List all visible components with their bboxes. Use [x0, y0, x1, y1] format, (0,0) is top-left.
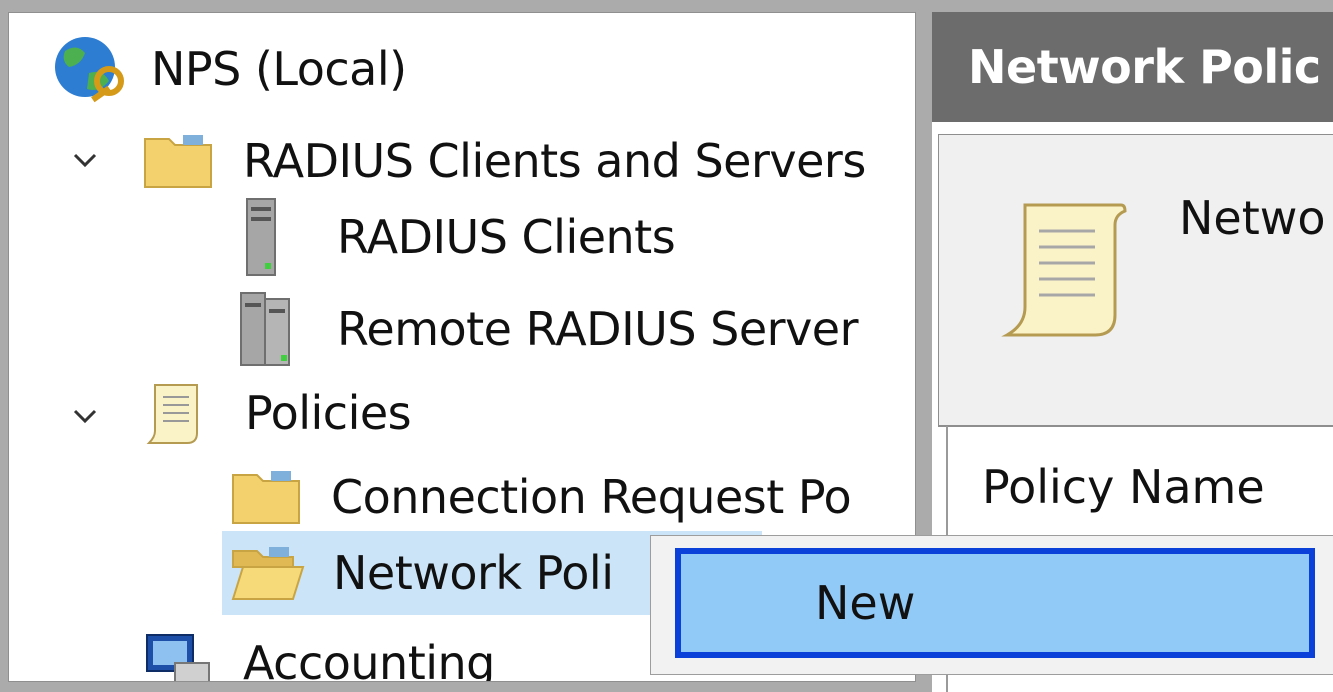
context-menu-item-new[interactable]: New	[675, 548, 1315, 658]
tree-item-label: Policies	[245, 386, 412, 440]
accounting-icon	[146, 634, 210, 681]
chevron-down-icon[interactable]	[65, 397, 105, 437]
folder-icon	[232, 471, 300, 524]
tree-item-radius-clients-servers[interactable]: RADIUS Clients and Servers	[141, 123, 866, 199]
tree-item-label: Remote RADIUS Server	[337, 302, 859, 356]
tree-item-label: RADIUS Clients	[337, 210, 676, 264]
tree-item-remote-radius-server[interactable]: Remote RADIUS Server	[237, 291, 859, 367]
info-description: Netwo	[1179, 191, 1326, 245]
tree-item-network-policies[interactable]: Network Poli	[229, 535, 614, 611]
tree-item-radius-clients[interactable]: RADIUS Clients	[241, 198, 676, 276]
tree-item-policies[interactable]: Policies	[141, 375, 412, 451]
tree-item-nps-local[interactable]: NPS (Local)	[51, 31, 407, 107]
tree-item-label: Connection Request Po	[331, 470, 852, 524]
open-folder-icon	[231, 547, 305, 600]
scroll-icon	[1001, 203, 1127, 337]
chevron-down-icon[interactable]	[65, 141, 105, 181]
tree-item-label: Network Poli	[333, 546, 614, 600]
info-panel: Netwo	[938, 134, 1333, 427]
server-icon	[246, 198, 276, 276]
pane-header: Network Polic	[932, 12, 1333, 122]
folder-icon	[144, 135, 212, 188]
tree-item-label: RADIUS Clients and Servers	[243, 134, 866, 188]
column-header-policy-name[interactable]: Policy Name	[982, 460, 1265, 514]
server-group-icon	[240, 292, 290, 366]
tree-item-label: Accounting	[243, 636, 495, 682]
tree-item-label: NPS (Local)	[151, 42, 407, 96]
context-menu-item-label: New	[815, 576, 916, 630]
tree-item-accounting[interactable]: Accounting	[141, 625, 495, 682]
globe-key-icon	[55, 37, 124, 103]
pane-title: Network Polic	[968, 40, 1321, 94]
scroll-icon	[146, 384, 198, 444]
context-menu: New	[650, 535, 1333, 675]
tree-item-connection-request-policies[interactable]: Connection Request Po	[229, 459, 852, 535]
